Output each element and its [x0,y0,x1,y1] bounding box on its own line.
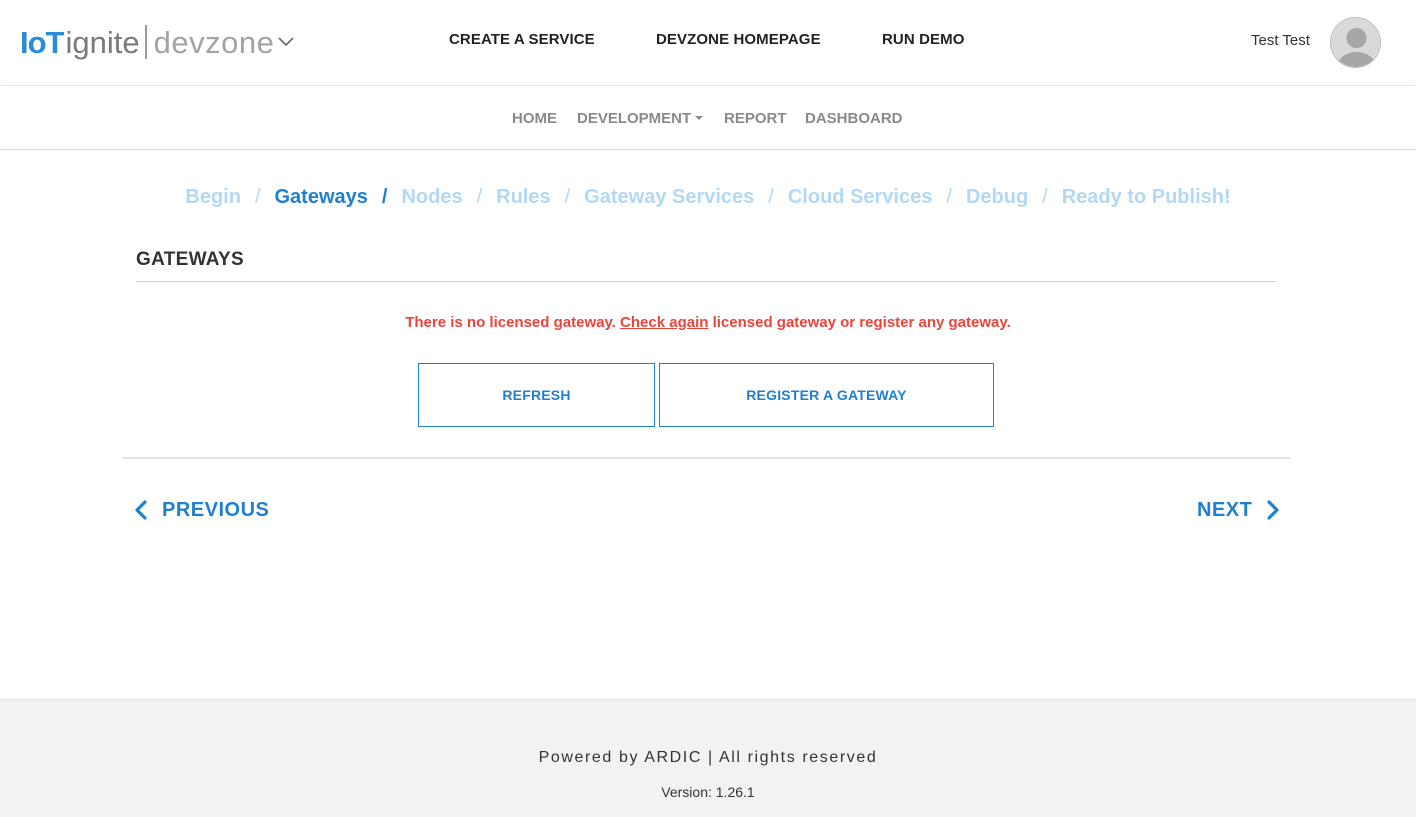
footer: Powered by ARDIC | All rights reserved V… [0,699,1416,817]
step-begin[interactable]: Begin [185,186,241,208]
divider [122,457,1290,459]
step-rules[interactable]: Rules [496,186,550,208]
caret-down-icon [695,116,704,121]
previous-button[interactable]: PREVIOUS [134,495,269,525]
run-demo-link[interactable]: RUN DEMO [882,31,964,48]
nav-development-label: DEVELOPMENT [577,110,692,127]
step-separator: / [381,186,388,208]
nav-report[interactable]: REPORT [724,110,787,127]
check-again-link[interactable]: Check again [620,314,708,331]
user-name[interactable]: Test Test [1251,32,1310,49]
next-label: NEXT [1197,498,1253,521]
step-separator: / [946,186,952,208]
step-cloud-services[interactable]: Cloud Services [788,186,933,208]
divider [136,281,1276,282]
step-ready-to-publish[interactable]: Ready to Publish! [1062,186,1231,208]
step-separator: / [768,186,774,208]
nav-development[interactable]: DEVELOPMENT [577,110,704,127]
user-silhouette-icon [1331,18,1380,67]
register-gateway-button[interactable]: REGISTER A GATEWAY [659,363,994,427]
step-nodes[interactable]: Nodes [401,186,462,208]
footer-copyright: Powered by ARDIC | All rights reserved [538,749,878,766]
warning-suffix: licensed gateway or register any gateway… [712,314,1011,331]
step-gateway-services[interactable]: Gateway Services [584,186,754,208]
step-separator: / [1042,186,1048,208]
no-gateway-warning: There is no licensed gateway. Check agai… [0,314,1416,331]
previous-label: PREVIOUS [162,498,270,521]
wizard-steps-breadcrumb: Begin / Gateways / Nodes / Rules / Gateway Servi… [0,186,1416,209]
chevron-left-icon [134,500,148,520]
chevron-right-icon [1266,500,1280,520]
step-debug[interactable]: Debug [966,186,1028,208]
footer-version: Version: 1.26.1 [661,784,755,800]
step-separator: / [564,186,571,208]
next-button[interactable]: NEXT [1197,495,1280,525]
nav-home[interactable]: HOME [512,110,557,127]
top-nav: CREATE A SERVICE DEVZONE HOMEPAGE RUN DE… [0,31,1416,53]
step-gateways[interactable]: Gateways [275,186,368,208]
secondary-nav: HOME DEVELOPMENT REPORT DASHBOARD [0,87,1416,150]
warning-prefix: There is no licensed gateway. [405,314,616,331]
create-service-link[interactable]: CREATE A SERVICE [449,31,595,48]
devzone-homepage-link[interactable]: DEVZONE HOMEPAGE [656,31,821,48]
refresh-button[interactable]: REFRESH [418,363,655,427]
nav-dashboard[interactable]: DASHBOARD [805,110,903,127]
step-separator: / [254,186,261,208]
page-title: GATEWAYS [136,249,244,270]
avatar[interactable] [1330,17,1381,68]
step-separator: / [476,186,483,208]
top-header: IoT ignite devzone CREATE A SERVICE DEVZ… [0,0,1416,86]
